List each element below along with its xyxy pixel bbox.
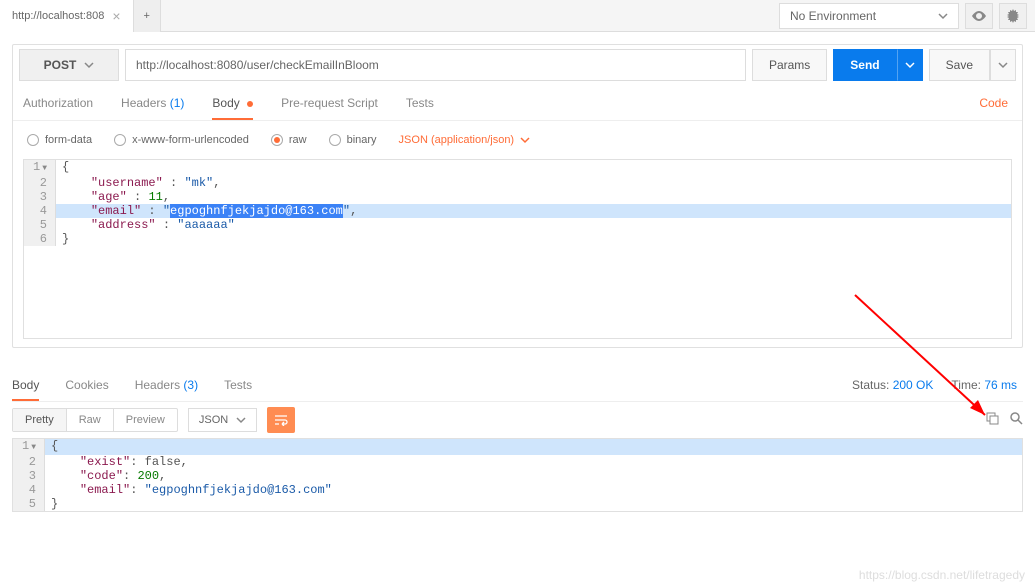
tab-body[interactable]: Body [212, 96, 253, 110]
chevron-down-icon [905, 60, 915, 70]
plus-icon: + [144, 10, 150, 22]
close-icon[interactable]: × [112, 8, 120, 24]
environment-label: No Environment [790, 9, 876, 23]
settings-button[interactable] [999, 3, 1027, 29]
response-body-viewer[interactable]: 1▼{ 2 "exist": false, 3 "code": 200, 4 "… [12, 438, 1023, 512]
wrap-lines-button[interactable] [267, 407, 295, 433]
view-pretty[interactable]: Pretty [13, 409, 67, 431]
code-link[interactable]: Code [979, 96, 1008, 110]
content-type-select[interactable]: JSON (application/json) [399, 134, 531, 146]
add-tab-button[interactable]: + [134, 0, 161, 32]
chevron-down-icon [236, 415, 246, 425]
request-tabs: Authorization Headers (1) Body Pre-reque… [13, 85, 1022, 121]
request-row: POST http://localhost:8080/user/checkEma… [13, 45, 1022, 85]
tab-title: http://localhost:808 [12, 10, 104, 22]
chevron-down-icon [938, 11, 948, 21]
save-button[interactable]: Save [929, 49, 990, 81]
send-dropdown[interactable] [897, 49, 923, 81]
method-select[interactable]: POST [19, 49, 119, 81]
resp-tab-headers[interactable]: Headers (3) [135, 378, 198, 392]
radio-raw[interactable]: raw [271, 134, 307, 146]
url-input[interactable]: http://localhost:8080/user/checkEmailInB… [125, 49, 746, 81]
preview-env-button[interactable] [965, 3, 993, 29]
params-button[interactable]: Params [752, 49, 827, 81]
resp-tab-cookies[interactable]: Cookies [65, 378, 108, 392]
view-preview[interactable]: Preview [114, 409, 177, 431]
modified-dot-icon [247, 101, 253, 107]
request-tab[interactable]: http://localhost:808 × [0, 0, 134, 32]
gear-icon [1006, 9, 1020, 23]
body-options: form-data x-www-form-urlencoded raw bina… [13, 121, 1022, 159]
search-button[interactable] [1009, 411, 1023, 430]
environment-select[interactable]: No Environment [779, 3, 959, 29]
tab-headers[interactable]: Headers (1) [121, 96, 184, 110]
format-select[interactable]: JSON [188, 408, 257, 432]
search-icon [1009, 411, 1023, 425]
annotation-arrow [850, 290, 1010, 440]
environment-area: No Environment [771, 3, 1035, 29]
top-bar: http://localhost:808 × + No Environment [0, 0, 1035, 32]
resp-tab-tests[interactable]: Tests [224, 378, 252, 392]
chevron-down-icon [998, 60, 1008, 70]
tab-prerequest[interactable]: Pre-request Script [281, 96, 378, 110]
radio-urlencoded[interactable]: x-www-form-urlencoded [114, 134, 249, 146]
chevron-down-icon [520, 135, 530, 145]
tab-strip: http://localhost:808 × + [0, 0, 771, 32]
send-button[interactable]: Send [833, 49, 896, 81]
save-dropdown[interactable] [990, 49, 1016, 81]
tab-authorization[interactable]: Authorization [23, 96, 93, 110]
tab-tests[interactable]: Tests [406, 96, 434, 110]
view-mode-tabs: Pretty Raw Preview [12, 408, 178, 432]
radio-formdata[interactable]: form-data [27, 134, 92, 146]
eye-icon [971, 10, 987, 22]
watermark: https://blog.csdn.net/lifetragedy [859, 568, 1025, 582]
radio-binary[interactable]: binary [329, 134, 377, 146]
method-label: POST [44, 58, 77, 72]
url-value: http://localhost:8080/user/checkEmailInB… [136, 58, 379, 72]
view-raw[interactable]: Raw [67, 409, 114, 431]
wrap-icon [274, 414, 288, 426]
resp-tab-body[interactable]: Body [12, 378, 39, 392]
chevron-down-icon [84, 60, 94, 70]
